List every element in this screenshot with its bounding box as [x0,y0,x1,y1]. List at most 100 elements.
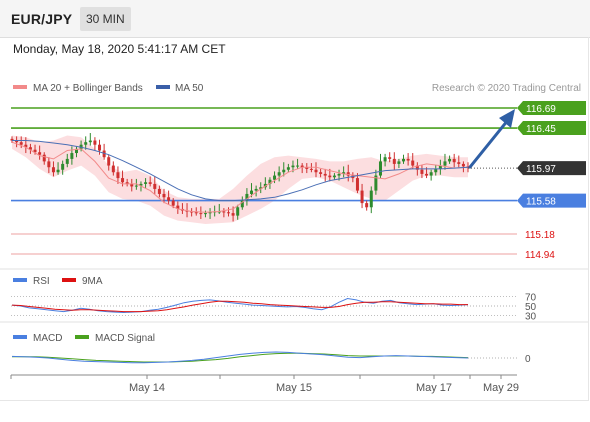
candle-body [383,157,387,162]
candle-body [88,140,92,143]
rsi-swatch [13,278,27,282]
candle-body [286,167,290,170]
candle-body [38,152,42,155]
candle-body [434,168,438,173]
candle-body [42,154,46,162]
macd-tick-label: 0 [525,354,531,365]
candle-body [144,182,148,184]
candle-body [457,162,461,164]
candle-body [420,169,424,174]
candle-body [153,183,157,189]
candle-body [84,142,88,145]
ma50-legend-label: MA 50 [175,83,204,94]
candle-body [167,197,171,201]
candle-body [323,173,327,176]
candle-body [388,157,392,159]
candle-body [107,157,111,166]
candle-body [425,173,429,176]
candle-body [250,190,254,194]
rsi-panel: RSI 9MA [13,276,103,287]
candle-body [378,161,382,176]
macd-swatch [13,335,27,339]
ma20-legend-label: MA 20 + Bollinger Bands [33,83,143,94]
macd-signal-legend-label: MACD Signal [95,333,155,344]
candle-body [157,188,161,194]
macd-panel: MACD MACD Signal [13,333,155,344]
x-tick-label: May 15 [276,382,312,394]
rsi-line [11,297,469,314]
candle-body [194,212,198,214]
candle-body [93,140,97,145]
candle-body [448,158,452,162]
candle-body [332,175,336,178]
candle-body [254,188,258,191]
candle-body [429,172,433,176]
candle-body [111,165,115,173]
rsi-tick-label: 30 [525,311,537,322]
candle-body [121,178,125,183]
candle-body [355,178,359,191]
candle-body [328,175,332,178]
macd-legend-label: MACD [33,333,62,344]
chart-canvas: 116.69 116.45 115.58 115.18 114.94 115.97 MA … [0,83,588,394]
candle-body [319,172,323,174]
candle-body [236,207,240,216]
level-label-116.45: 116.45 [526,124,556,135]
candle-body [116,172,120,179]
level-label-115.58: 115.58 [526,197,556,208]
candle-body [61,163,65,170]
rsi-ma-legend-label: 9MA [82,276,103,287]
candle-body [273,175,277,180]
source-credit: Research © 2020 Trading Central [432,83,581,94]
macd-signal-swatch [75,335,89,339]
candle-body [461,163,465,167]
candle-body [411,160,415,166]
ma20-swatch [13,85,27,89]
candle-body [296,165,300,167]
x-tick-label: May 29 [483,382,519,394]
forecast-arrow-head [499,109,515,128]
candle-body [199,213,203,215]
rsi-legend-label: RSI [33,276,50,287]
level-label-116.69: 116.69 [526,104,556,115]
candle-body [365,203,369,208]
candle-body [47,161,51,168]
candle-body [65,158,69,164]
indicator-lines: 7050300 [11,293,537,365]
ma50-swatch [156,85,170,89]
candle-body [134,185,138,187]
candle-body [148,182,152,184]
forecast-arrow [468,109,515,169]
main-legend: MA 20 + Bollinger Bands MA 50 Research ©… [13,83,581,94]
candle-body [226,212,230,214]
x-tick-label: May 14 [129,382,165,394]
level-tags: 116.69 116.45 115.58 115.18 114.94 115.97 [468,101,586,261]
candle-body [443,161,447,166]
x-axis: May 14 May 15 May 17 May 29 [10,374,519,394]
candle-body [402,158,406,162]
candle-body [360,190,364,204]
level-label-114.94: 114.94 [525,250,555,261]
candle-body [19,142,23,145]
candle-body [98,144,102,151]
candle-body [56,169,60,173]
candle-body [392,158,396,164]
candle-body [222,211,226,213]
candle-body [314,169,318,173]
candle-body [337,173,341,176]
candle-body [277,172,281,176]
forecast-arrow-shaft [468,118,510,169]
candle-body [452,158,456,163]
level-label-115.18: 115.18 [525,230,555,241]
candle-body [203,213,207,215]
candle-body [231,213,235,216]
last-price-label: 115.97 [526,164,556,175]
candle-body [369,190,373,208]
candle-body [70,153,74,159]
candle-body [51,167,55,173]
x-tick-label: May 17 [416,382,452,394]
candle-body [406,158,410,161]
candle-body [162,193,166,198]
macd-line [11,351,469,364]
candle-body [309,168,313,170]
